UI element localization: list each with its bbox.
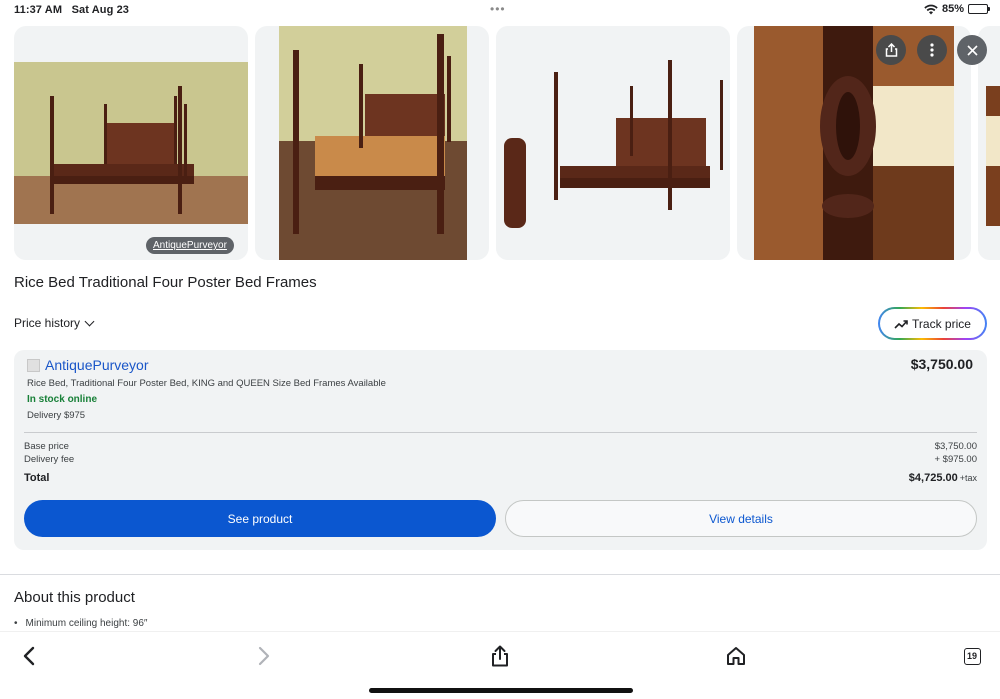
multitasking-dots-icon[interactable]: ••• xyxy=(490,2,506,16)
track-price-button[interactable]: Track price xyxy=(878,307,987,340)
battery-icon xyxy=(968,4,990,14)
track-price-label: Track price xyxy=(912,316,971,331)
tab-count: 19 xyxy=(963,647,981,665)
more-options-button[interactable] xyxy=(917,35,947,65)
close-button[interactable] xyxy=(957,35,987,65)
seller-name[interactable]: AntiquePurveyor xyxy=(45,357,149,373)
share-icon xyxy=(492,645,508,667)
total-label: Total xyxy=(24,472,50,484)
about-title: About this product xyxy=(14,589,135,606)
delivery-fee-label: Delivery fee xyxy=(24,454,75,465)
see-product-button[interactable]: See product xyxy=(24,500,496,537)
home-icon xyxy=(727,647,745,665)
price-history-toggle[interactable]: Price history xyxy=(14,316,95,330)
share-button[interactable] xyxy=(876,35,906,65)
back-button[interactable] xyxy=(14,642,44,670)
product-title: Rice Bed Traditional Four Poster Bed Fra… xyxy=(14,274,317,291)
offer-price: $3,750.00 xyxy=(910,356,973,372)
wifi-icon xyxy=(924,4,938,14)
tax-note: +tax xyxy=(959,473,977,483)
gallery-image-3[interactable] xyxy=(496,26,730,260)
total-row: Total $4,725.00 +tax xyxy=(24,472,977,484)
section-divider xyxy=(0,574,1000,575)
about-bullet: Minimum ceiling height: 96″ xyxy=(14,618,148,629)
trending-up-icon xyxy=(894,319,908,329)
share-icon xyxy=(885,43,897,57)
seller-row[interactable]: AntiquePurveyor xyxy=(27,357,149,373)
source-chip[interactable]: AntiquePurveyor xyxy=(146,237,234,254)
base-price-label: Base price xyxy=(24,441,69,452)
seller-logo-icon xyxy=(27,358,40,372)
price-history-label: Price history xyxy=(14,316,81,330)
forward-button[interactable] xyxy=(249,642,279,670)
status-indicators: 85% xyxy=(924,3,990,15)
offer-description: Rice Bed, Traditional Four Poster Bed, K… xyxy=(27,378,386,389)
battery-percent: 85% xyxy=(941,3,964,15)
home-button[interactable] xyxy=(721,642,751,670)
delivery-fee-row: Delivery fee + $975.00 xyxy=(24,454,977,465)
more-vert-icon xyxy=(930,43,934,57)
gallery-image-2[interactable] xyxy=(255,26,489,260)
divider xyxy=(24,432,977,433)
toolbar-share-button[interactable] xyxy=(485,642,515,670)
back-arrow-icon xyxy=(23,646,35,666)
close-icon xyxy=(966,44,978,56)
gallery-image-1[interactable]: AntiquePurveyor xyxy=(14,26,248,260)
stock-status: In stock online xyxy=(27,394,98,405)
base-price-value: $3,750.00 xyxy=(934,441,977,452)
delivery-info: Delivery $975 xyxy=(27,410,86,421)
status-bar: 11:37 AM Sat Aug 23 ••• 85% xyxy=(0,0,1000,22)
total-value: $4,725.00 xyxy=(908,472,958,484)
offer-card: AntiquePurveyor $3,750.00 Rice Bed, Trad… xyxy=(14,350,987,550)
total-amount: $4,725.00 +tax xyxy=(909,472,977,484)
view-details-button[interactable]: View details xyxy=(505,500,977,537)
forward-arrow-icon xyxy=(258,646,270,666)
chevron-down-icon xyxy=(84,316,95,326)
home-indicator[interactable] xyxy=(369,688,633,693)
base-price-row: Base price $3,750.00 xyxy=(24,441,977,452)
tabs-button[interactable]: 19 xyxy=(957,642,987,670)
image-gallery[interactable]: AntiquePurveyor xyxy=(14,26,1000,260)
status-time: 11:37 AM Sat Aug 23 xyxy=(14,4,130,16)
delivery-fee-value: + $975.00 xyxy=(934,454,977,465)
